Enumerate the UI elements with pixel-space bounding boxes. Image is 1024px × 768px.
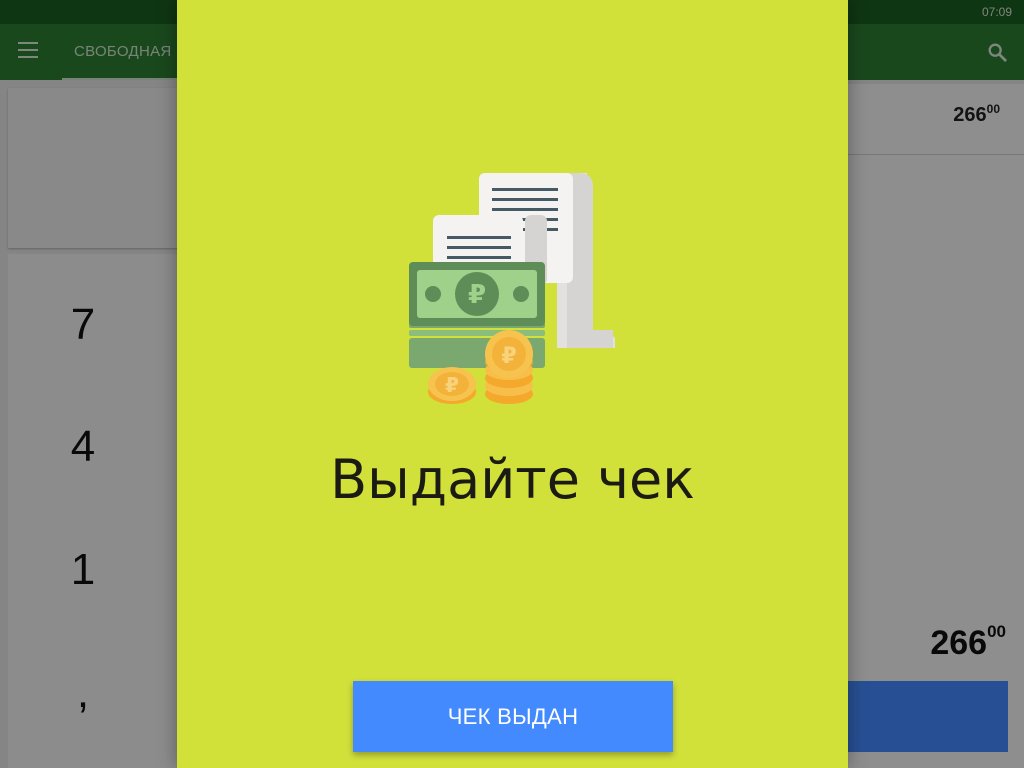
receipt-issued-button[interactable]: ЧЕК ВЫДАН bbox=[353, 681, 673, 752]
receipt-money-icon: ₽ ₽ ₽ bbox=[409, 173, 615, 404]
dialog-title: Выдайте чек bbox=[330, 448, 695, 511]
issue-receipt-dialog: ₽ ₽ ₽ Выдайте чек ЧЕК ВЫДАН bbox=[177, 0, 848, 768]
svg-text:₽: ₽ bbox=[468, 280, 486, 310]
svg-text:₽: ₽ bbox=[501, 344, 516, 369]
svg-text:₽: ₽ bbox=[445, 373, 459, 397]
